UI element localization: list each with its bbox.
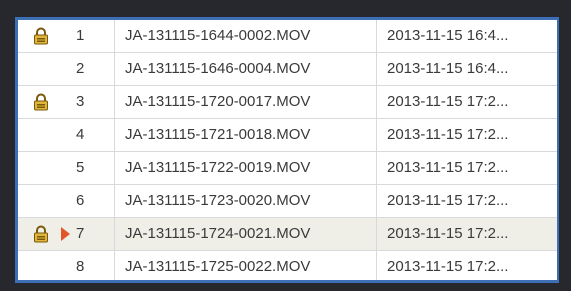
table-row[interactable]: 6 JA-131115-1723-0020.MOV 2013-11-15 17:… xyxy=(18,185,557,218)
table-row[interactable]: 4 JA-131115-1721-0018.MOV 2013-11-15 17:… xyxy=(18,119,557,152)
table-row[interactable]: 3 JA-131115-1720-0017.MOV 2013-11-15 17:… xyxy=(18,86,557,119)
row-number: 5 xyxy=(76,159,85,176)
row-number: 2 xyxy=(76,60,85,77)
row-number: 7 xyxy=(76,225,85,242)
lock-cell xyxy=(18,251,60,280)
file-name: JA-131115-1724-0021.MOV xyxy=(114,218,376,250)
table-row[interactable]: 8 JA-131115-1725-0022.MOV 2013-11-15 17:… xyxy=(18,251,557,280)
file-date: 2013-11-15 17:2... xyxy=(376,218,557,250)
file-date: 2013-11-15 17:2... xyxy=(376,251,557,280)
row-number: 4 xyxy=(76,126,85,143)
file-name: JA-131115-1720-0017.MOV xyxy=(114,86,376,118)
file-list[interactable]: 1 JA-131115-1644-0002.MOV 2013-11-15 16:… xyxy=(18,20,557,280)
window-frame: 1 JA-131115-1644-0002.MOV 2013-11-15 16:… xyxy=(0,0,571,291)
file-date: 2013-11-15 17:2... xyxy=(376,152,557,184)
lock-cell xyxy=(18,20,60,52)
row-number: 6 xyxy=(76,192,85,209)
lock-icon xyxy=(34,225,48,243)
lock-icon xyxy=(34,93,48,111)
row-number: 3 xyxy=(76,93,85,110)
file-name: JA-131115-1723-0020.MOV xyxy=(114,185,376,217)
lock-cell xyxy=(18,119,60,151)
table-row[interactable]: 1 JA-131115-1644-0002.MOV 2013-11-15 16:… xyxy=(18,20,557,53)
file-name: JA-131115-1646-0004.MOV xyxy=(114,53,376,85)
row-number: 1 xyxy=(76,27,85,44)
lock-cell xyxy=(18,86,60,118)
file-name: JA-131115-1721-0018.MOV xyxy=(114,119,376,151)
file-date: 2013-11-15 17:2... xyxy=(376,185,557,217)
lock-cell xyxy=(18,152,60,184)
file-name: JA-131115-1644-0002.MOV xyxy=(114,20,376,52)
file-date: 2013-11-15 16:4... xyxy=(376,53,557,85)
row-number: 8 xyxy=(76,258,85,275)
file-date: 2013-11-15 17:2... xyxy=(376,86,557,118)
lock-cell xyxy=(18,185,60,217)
lock-icon xyxy=(34,27,48,45)
table-row-selected[interactable]: 7 JA-131115-1724-0021.MOV 2013-11-15 17:… xyxy=(18,218,557,251)
lock-cell xyxy=(18,53,60,85)
lock-cell xyxy=(18,218,60,250)
file-date: 2013-11-15 16:4... xyxy=(376,20,557,52)
table-row[interactable]: 5 JA-131115-1722-0019.MOV 2013-11-15 17:… xyxy=(18,152,557,185)
file-name: JA-131115-1722-0019.MOV xyxy=(114,152,376,184)
table-row[interactable]: 2 JA-131115-1646-0004.MOV 2013-11-15 16:… xyxy=(18,53,557,86)
file-date: 2013-11-15 17:2... xyxy=(376,119,557,151)
file-name: JA-131115-1725-0022.MOV xyxy=(114,251,376,280)
